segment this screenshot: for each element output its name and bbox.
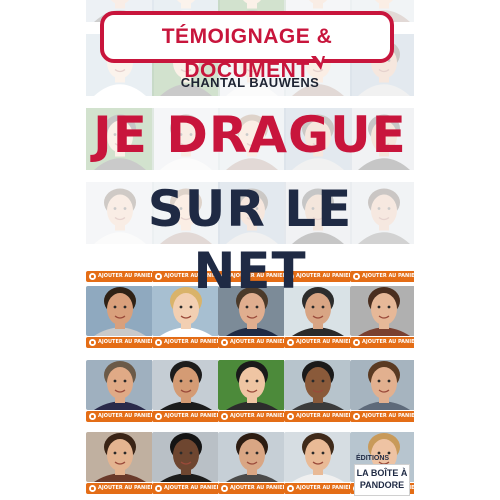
book-title-line1: JE DRAGUE: [93, 106, 407, 164]
add-to-cart-label: AJOUTER AU PANIER: [164, 485, 220, 491]
add-to-cart-label: AJOUTER AU PANIER: [98, 485, 154, 491]
profile-photo: [350, 360, 414, 410]
add-to-cart-button[interactable]: AJOUTER AU PANIER: [218, 411, 286, 422]
add-to-cart-label: AJOUTER AU PANIER: [230, 413, 286, 419]
profile-card: AJOUTER AU PANIER: [152, 360, 220, 423]
add-to-cart-button[interactable]: AJOUTER AU PANIER: [218, 483, 286, 494]
publisher-logo: LA BOÎTE À PANDORE: [354, 464, 410, 496]
genre-label: TÉMOIGNAGE & DOCUMENT: [161, 25, 333, 82]
publisher-line1: LA BOÎTE À: [356, 468, 408, 478]
add-to-cart-button[interactable]: AJOUTER AU PANIER: [152, 337, 220, 348]
book-title-line2: SUR LE NET: [147, 180, 353, 300]
add-to-cart-label: AJOUTER AU PANIER: [230, 485, 286, 491]
add-to-cart-button[interactable]: AJOUTER AU PANIER: [86, 337, 154, 348]
speech-bubble-tail-inner: [315, 55, 323, 63]
profile-photo: [152, 432, 220, 482]
publisher-line2: PANDORE: [359, 480, 405, 490]
add-to-cart-label: AJOUTER AU PANIER: [164, 339, 220, 345]
cart-icon: [89, 339, 96, 346]
add-to-cart-label: AJOUTER AU PANIER: [296, 339, 352, 345]
profile-photo: [86, 432, 154, 482]
add-to-cart-label: AJOUTER AU PANIER: [98, 413, 154, 419]
cart-icon: [89, 485, 96, 492]
profile-photo: [284, 432, 352, 482]
add-to-cart-button[interactable]: AJOUTER AU PANIER: [152, 411, 220, 422]
cart-icon: [221, 413, 228, 420]
add-to-cart-label: AJOUTER AU PANIER: [296, 413, 352, 419]
cart-icon: [287, 413, 294, 420]
add-to-cart-label: AJOUTER AU PANIER: [362, 339, 414, 345]
add-to-cart-label: AJOUTER AU PANIER: [296, 485, 352, 491]
publisher-editions: ÉDITIONS: [356, 455, 390, 462]
add-to-cart-button[interactable]: AJOUTER AU PANIER: [152, 483, 220, 494]
profile-photo: [86, 360, 154, 410]
profile-card: AJOUTER AU PANIER: [218, 360, 286, 423]
book-cover: AJOUTER AU PANIER AJOUTER AU PANIER AJOUTE…: [86, 0, 414, 500]
add-to-cart-button[interactable]: AJOUTER AU PANIER: [218, 337, 286, 348]
add-to-cart-button[interactable]: AJOUTER AU PANIER: [284, 483, 352, 494]
cart-icon: [155, 339, 162, 346]
add-to-cart-button[interactable]: AJOUTER AU PANIER: [86, 483, 154, 494]
cart-icon: [287, 339, 294, 346]
profile-photo: [152, 360, 220, 410]
add-to-cart-button[interactable]: AJOUTER AU PANIER: [86, 411, 154, 422]
profile-card: AJOUTER AU PANIER: [152, 432, 220, 495]
add-to-cart-button[interactable]: AJOUTER AU PANIER: [284, 337, 352, 348]
profile-card: AJOUTER AU PANIER: [284, 360, 352, 423]
profile-card: AJOUTER AU PANIER: [284, 432, 352, 495]
cart-icon: [221, 485, 228, 492]
cart-icon: [155, 413, 162, 420]
cart-icon: [155, 485, 162, 492]
profile-card: AJOUTER AU PANIER: [86, 432, 154, 495]
add-to-cart-label: AJOUTER AU PANIER: [230, 339, 286, 345]
add-to-cart-button[interactable]: AJOUTER AU PANIER: [284, 411, 352, 422]
cart-icon: [287, 485, 294, 492]
cart-icon: [353, 339, 360, 346]
author-name: CHANTAL BAUWENS: [180, 75, 320, 90]
profile-card: AJOUTER AU PANIER: [86, 360, 154, 423]
profile-photo: [218, 360, 286, 410]
profile-card: AJOUTER AU PANIER: [350, 360, 414, 423]
add-to-cart-label: AJOUTER AU PANIER: [164, 413, 220, 419]
cart-icon: [221, 339, 228, 346]
add-to-cart-label: AJOUTER AU PANIER: [98, 339, 154, 345]
add-to-cart-button[interactable]: AJOUTER AU PANIER: [350, 411, 414, 422]
add-to-cart-label: AJOUTER AU PANIER: [362, 413, 414, 419]
profile-photo: [218, 432, 286, 482]
add-to-cart-button[interactable]: AJOUTER AU PANIER: [350, 337, 414, 348]
profile-photo: [284, 360, 352, 410]
profile-card: AJOUTER AU PANIER: [218, 432, 286, 495]
cart-icon: [353, 413, 360, 420]
cart-icon: [89, 413, 96, 420]
